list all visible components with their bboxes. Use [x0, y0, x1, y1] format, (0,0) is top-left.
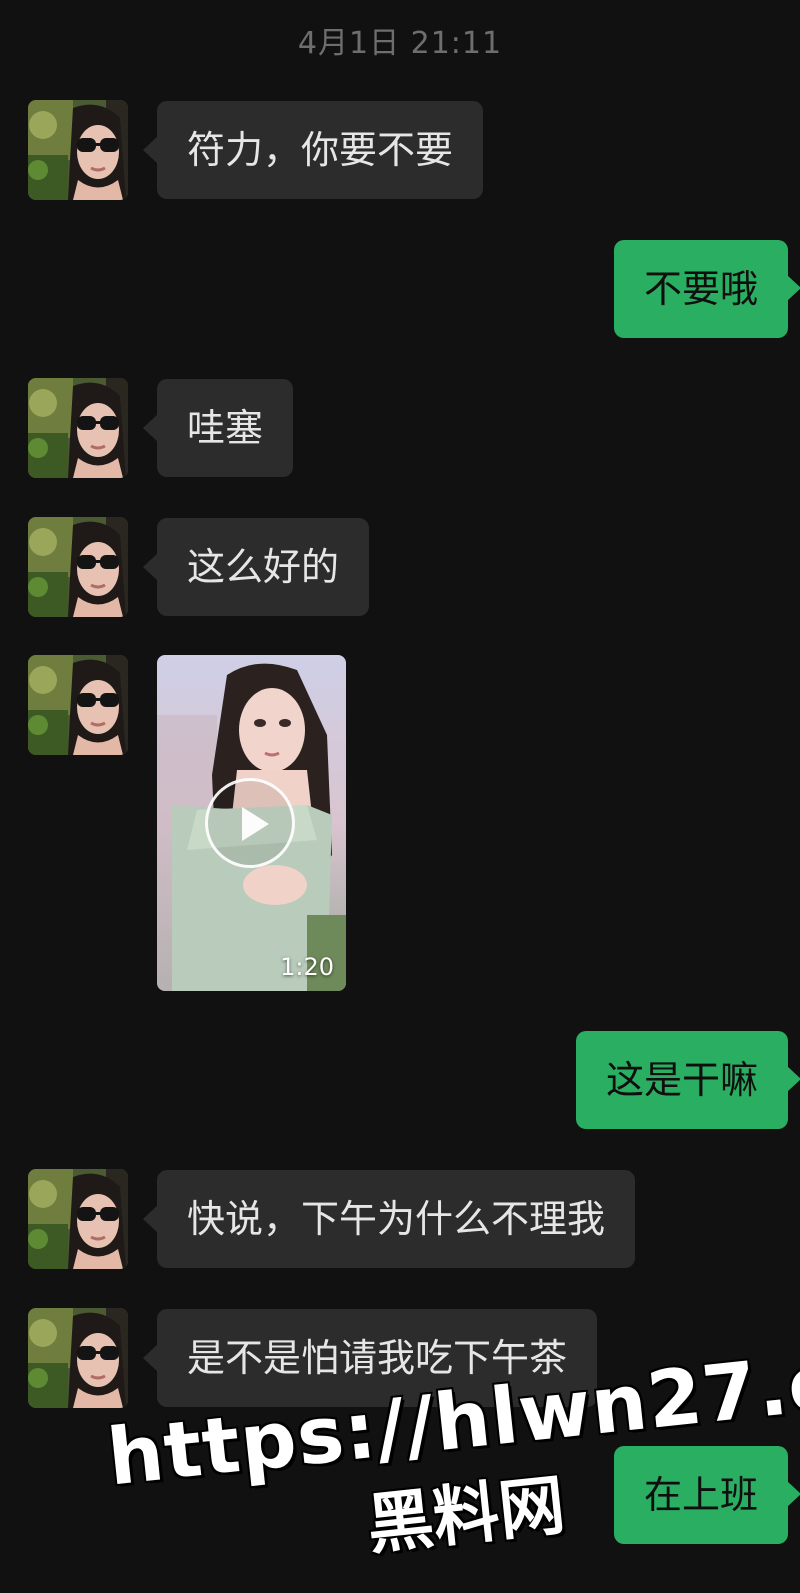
- contact-avatar[interactable]: [28, 100, 128, 200]
- outgoing-message-bubble[interactable]: 不要哦: [613, 240, 800, 338]
- watermark-name: 黑料网: [363, 1466, 569, 1564]
- chat-screen: 4月1日 21:11 符力，你要不要 不要哦 哇塞 这么好的 1:20 这是干嘛…: [0, 0, 800, 1593]
- incoming-message-bubble[interactable]: 符力，你要不要: [142, 101, 484, 199]
- contact-avatar[interactable]: [28, 517, 128, 617]
- contact-avatar[interactable]: [28, 655, 128, 755]
- avatar-image: [28, 378, 128, 478]
- video-message[interactable]: 1:20: [157, 655, 346, 991]
- contact-avatar[interactable]: [28, 1169, 128, 1269]
- incoming-message-bubble[interactable]: 这么好的: [142, 518, 370, 616]
- avatar-image: [28, 517, 128, 617]
- message-timestamp: 4月1日 21:11: [297, 26, 503, 61]
- contact-avatar[interactable]: [28, 378, 128, 478]
- incoming-message-bubble[interactable]: 快说，下午为什么不理我: [142, 1170, 636, 1268]
- outgoing-message-bubble[interactable]: 这是干嘛: [575, 1031, 800, 1129]
- video-duration: 1:20: [280, 953, 334, 981]
- avatar-image: [28, 1169, 128, 1269]
- avatar-image: [28, 655, 128, 755]
- incoming-message-bubble[interactable]: 哇塞: [142, 379, 294, 477]
- play-icon[interactable]: [205, 778, 295, 868]
- avatar-image: [28, 100, 128, 200]
